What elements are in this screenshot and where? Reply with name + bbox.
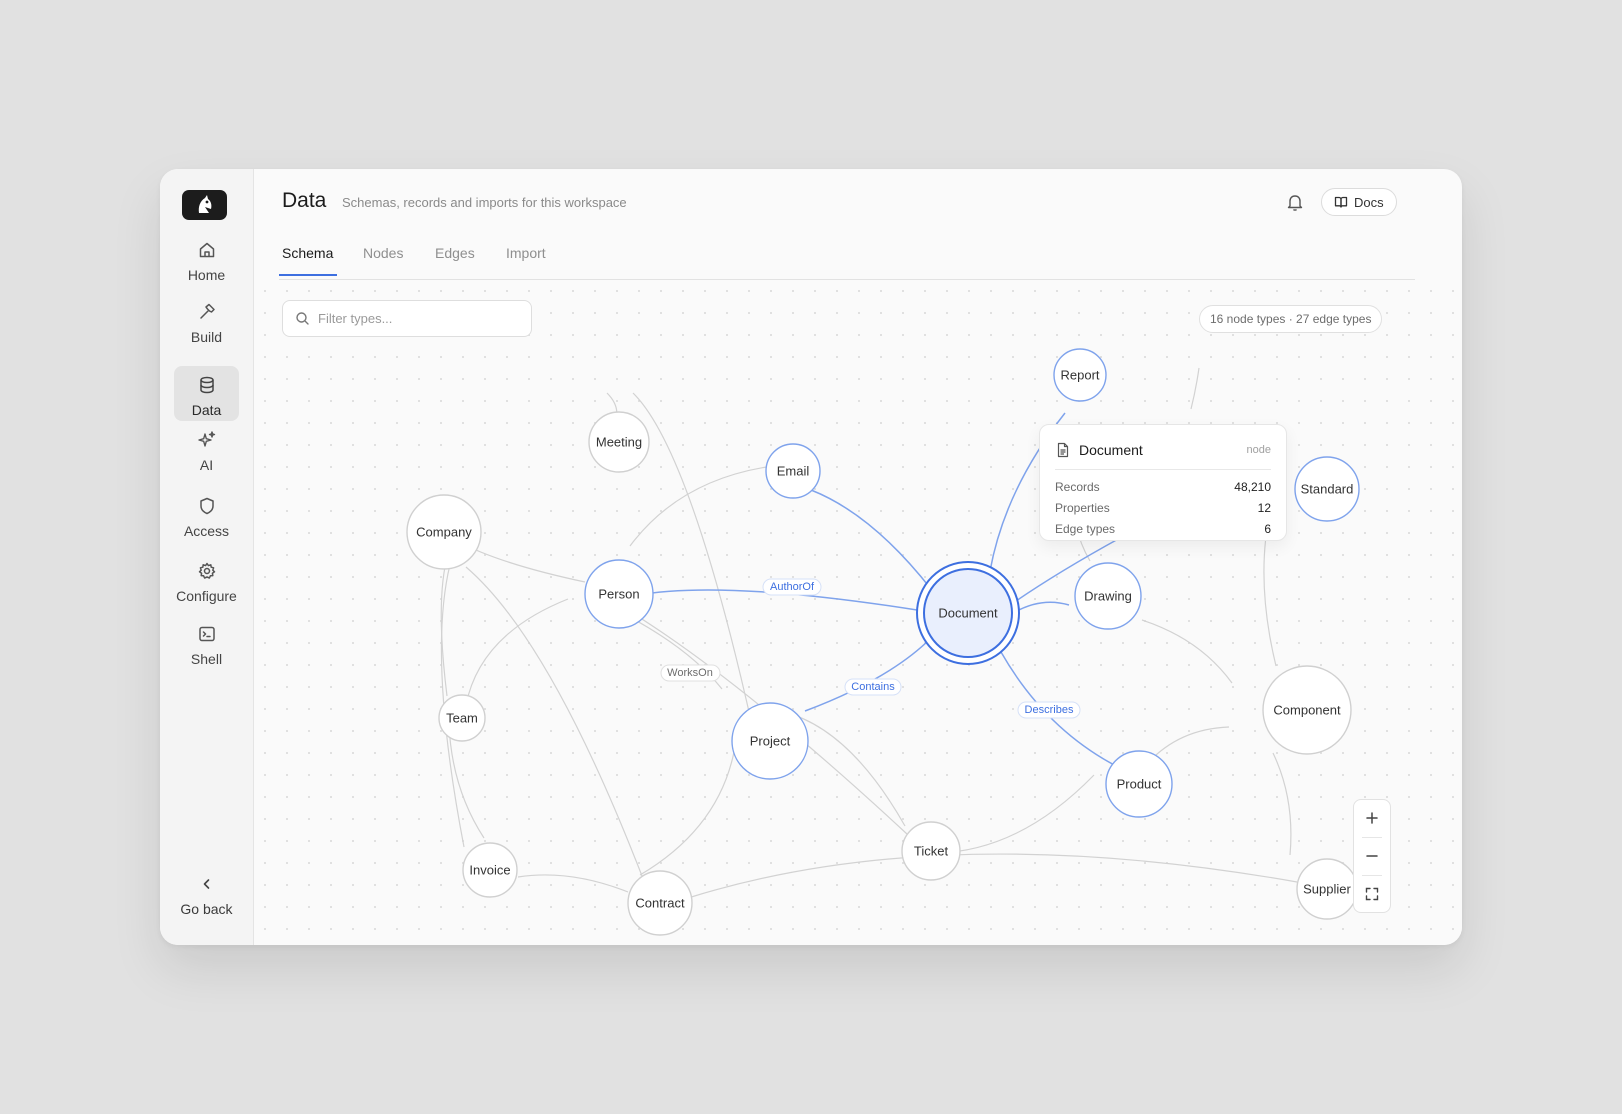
fullscreen-icon	[1365, 887, 1379, 901]
node-label: Standard	[1301, 482, 1354, 497]
graph-node-standard[interactable]: Standard	[1294, 456, 1360, 522]
graph-edge	[804, 637, 932, 712]
zoom-in-button[interactable]	[1354, 800, 1390, 836]
tooltip-value: 12	[1257, 500, 1271, 515]
graph-node-drawing[interactable]: Drawing	[1074, 562, 1142, 630]
graph-node-project[interactable]: Project	[731, 702, 809, 780]
node-label: Report	[1060, 368, 1099, 383]
node-label: Ticket	[914, 844, 949, 859]
edge-label-workson[interactable]: WorksOn	[667, 667, 713, 679]
zoom-controls	[1353, 799, 1391, 913]
graph-edge	[517, 874, 629, 893]
graph-node-invoice[interactable]: Invoice	[462, 842, 518, 898]
type-counts-badge: 16 node types · 27 edge types	[1199, 305, 1383, 333]
graph-node-product[interactable]: Product	[1105, 750, 1173, 818]
edge-label-authorof[interactable]: AuthorOf	[770, 581, 815, 593]
graph-node-supplier[interactable]: Supplier	[1296, 858, 1358, 920]
tooltip-row: Records 48,210	[1055, 476, 1271, 497]
node-label: Email	[777, 464, 810, 479]
node-label: Component	[1273, 703, 1341, 718]
tooltip-key: Records	[1055, 479, 1100, 494]
tooltip-title: Document	[1079, 442, 1143, 458]
filter-box	[282, 300, 532, 337]
minus-icon	[1366, 855, 1378, 857]
node-label: Project	[750, 734, 791, 749]
tooltip-key: Properties	[1055, 500, 1110, 515]
graph-node-company[interactable]: Company	[406, 494, 482, 570]
graph-edge	[687, 853, 1298, 899]
graph-edge	[1190, 367, 1200, 410]
node-label: Drawing	[1084, 589, 1132, 604]
tooltip-kind: node	[1246, 444, 1271, 456]
graph-node-report[interactable]: Report	[1053, 348, 1107, 402]
fit-view-button[interactable]	[1354, 876, 1390, 912]
node-label: Company	[416, 525, 472, 540]
tooltip-value: 6	[1264, 521, 1271, 536]
graph-node-person[interactable]: Person	[584, 559, 654, 629]
node-tooltip: Document node Records 48,210 Properties 12…	[1039, 424, 1287, 541]
node-label: Document	[938, 606, 998, 621]
schema-graph: AuthorOf WorksOn Contains Describes Repo…	[406, 348, 1360, 936]
graph-node-document[interactable]: Document	[916, 561, 1020, 665]
graph-edge	[1141, 619, 1233, 684]
graph-node-meeting[interactable]: Meeting	[588, 411, 650, 473]
node-label: Product	[1117, 777, 1162, 792]
graph-edge	[936, 774, 1095, 854]
graph-node-team[interactable]: Team	[438, 694, 486, 742]
graph-edge	[1014, 601, 1070, 613]
graph-edge	[639, 751, 735, 876]
graph-node-contract[interactable]: Contract	[627, 870, 693, 936]
graph-edge	[1272, 752, 1292, 856]
graph-node-email[interactable]: Email	[765, 443, 821, 499]
zoom-out-button[interactable]	[1354, 838, 1390, 874]
graph-edge	[465, 598, 569, 706]
filter-input[interactable]	[318, 311, 508, 326]
edge-label-describes[interactable]: Describes	[1025, 704, 1074, 716]
app-window: Home Build Data AI Access Configure Shel…	[160, 169, 1462, 945]
tooltip-row: Edge types 6	[1055, 518, 1271, 539]
tooltip-row: Properties 12	[1055, 497, 1271, 518]
graph-edge	[448, 724, 485, 839]
edge-label-contains[interactable]: Contains	[851, 681, 895, 693]
node-label: Invoice	[469, 863, 510, 878]
tooltip-key: Edge types	[1055, 521, 1116, 536]
node-label: Person	[598, 587, 639, 602]
node-label: Contract	[635, 896, 685, 911]
search-icon	[296, 312, 309, 325]
tooltip-divider	[1055, 469, 1271, 470]
tooltip-value: 48,210	[1234, 479, 1271, 494]
graph-node-component[interactable]: Component	[1262, 665, 1352, 755]
node-label: Supplier	[1303, 882, 1351, 897]
node-label: Meeting	[596, 435, 642, 450]
plus-icon	[1366, 812, 1378, 824]
graph-edge	[810, 489, 932, 590]
graph-node-ticket[interactable]: Ticket	[901, 821, 961, 881]
document-icon	[1057, 442, 1069, 458]
tooltip-header: Document node	[1055, 439, 1271, 461]
node-label: Team	[446, 711, 478, 726]
